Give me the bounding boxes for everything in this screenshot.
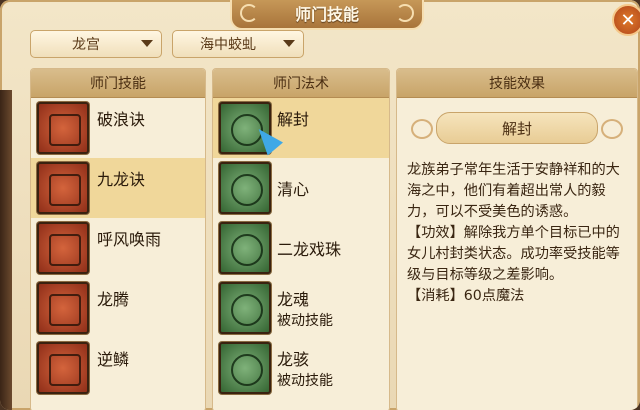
skill-name: 破浪诀 [97,110,146,129]
skills-panel: 师门技能 破浪诀 九龙诀 呼风唤雨 龙腾 逆鳞 [30,68,206,410]
spell-name: 龙魂 [277,290,310,309]
spell-row[interactable]: 龙魂 被动技能 [213,278,389,338]
effect-efficacy: 【功效】解除我方单个目标已中的女儿村封类状态。成功率受技能等级与目标等级之差影响… [407,225,620,283]
spell-type: 被动技能 [277,313,333,329]
spell-icon [219,282,271,334]
spell-name: 龙骇 [277,350,310,369]
skill-window: 师门技能 ✕ 龙宫 海中蛟虬 师门技能 破浪诀 九龙诀 呼风唤雨 龙腾 逆鳞 师… [0,0,640,410]
spell-row[interactable]: 二龙戏珠 [213,218,389,278]
caret-down-icon [283,40,295,47]
spells-header: 师门法术 [213,69,389,98]
effect-lore: 龙族弟子常年生活于安静祥和的大海之中，他们有着超出常人的毅力，可以不受美色的诱惑… [407,162,620,220]
skill-icon [37,342,89,394]
spell-name: 二龙戏珠 [277,240,342,259]
spell-icon [219,342,271,394]
skill-icon [37,102,89,154]
window-title: 师门技能 [294,5,359,24]
skill-name: 逆鳞 [97,350,130,369]
subtype-dropdown-value: 海中蛟虬 [200,37,256,53]
effect-title-text: 解封 [501,119,532,138]
skill-name: 呼风唤雨 [97,230,162,249]
skill-row[interactable]: 破浪诀 [31,98,205,158]
spell-type: 被动技能 [277,373,333,389]
spell-name: 解封 [277,110,310,129]
skill-icon [37,222,89,274]
close-icon: ✕ [620,9,636,31]
subtype-dropdown[interactable]: 海中蛟虬 [172,30,304,58]
caret-down-icon [141,40,153,47]
skill-name: 龙腾 [97,290,130,309]
effect-panel: 技能效果 解封 龙族弟子常年生活于安静祥和的大海之中，他们有着超出常人的毅力，可… [396,68,638,410]
effect-header: 技能效果 [397,69,637,98]
effect-cost: 【消耗】60点魔法 [407,288,525,304]
skill-icon [37,162,89,214]
spell-name: 清心 [277,180,310,199]
effect-title: 解封 [411,112,623,144]
spell-row[interactable]: 清心 [213,158,389,218]
school-dropdown-value: 龙宫 [72,37,100,53]
skill-row[interactable]: 龙腾 [31,278,205,338]
spell-icon [219,222,271,274]
spells-panel: 师门法术 解封 清心 二龙戏珠 龙魂 被动技能 龙骇 被动技能 [212,68,390,410]
spell-row[interactable]: 解封 [213,98,389,158]
ornament-icon [240,4,258,22]
spell-icon [219,162,271,214]
window-title-tab: 师门技能 [230,0,424,30]
ornament-icon [396,4,414,22]
skill-icon [37,282,89,334]
skill-name: 九龙诀 [97,170,146,189]
skill-row[interactable]: 逆鳞 [31,338,205,398]
spell-row[interactable]: 龙骇 被动技能 [213,338,389,398]
window-edge [0,90,12,410]
school-dropdown[interactable]: 龙宫 [30,30,162,58]
skill-row[interactable]: 九龙诀 [31,158,205,218]
skills-header: 师门技能 [31,69,205,98]
close-button[interactable]: ✕ [612,4,640,36]
effect-description: 龙族弟子常年生活于安静祥和的大海之中，他们有着超出常人的毅力，可以不受美色的诱惑… [407,160,627,307]
skill-row[interactable]: 呼风唤雨 [31,218,205,278]
